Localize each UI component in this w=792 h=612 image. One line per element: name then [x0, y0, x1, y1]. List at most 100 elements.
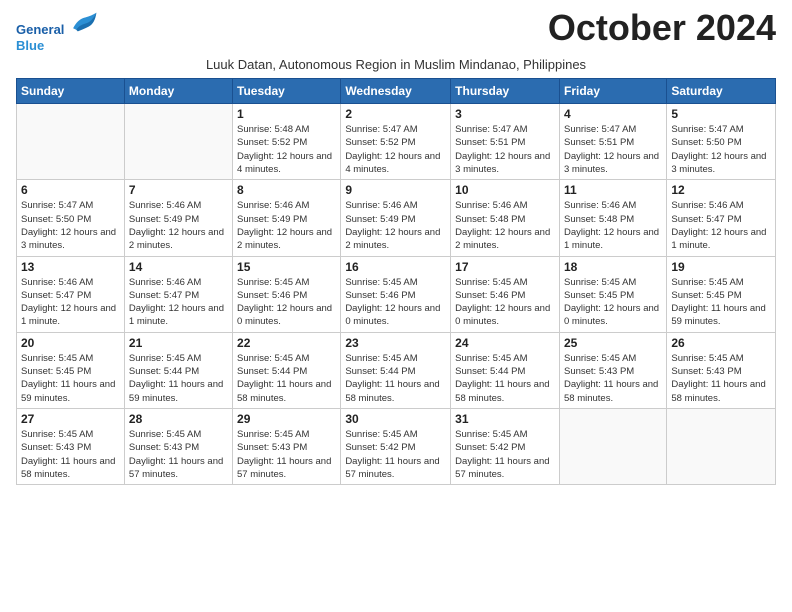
- day-info: Sunrise: 5:46 AM Sunset: 5:47 PM Dayligh…: [21, 276, 120, 329]
- day-number: 20: [21, 336, 120, 350]
- day-number: 5: [671, 107, 771, 121]
- day-info: Sunrise: 5:45 AM Sunset: 5:44 PM Dayligh…: [345, 352, 446, 405]
- day-number: 14: [129, 260, 228, 274]
- calendar-cell: 24Sunrise: 5:45 AM Sunset: 5:44 PM Dayli…: [451, 332, 560, 408]
- calendar-cell: 4 Sunrise: 5:47 AM Sunset: 5:51 PM Daylig…: [559, 104, 666, 180]
- day-number: 7: [129, 183, 228, 197]
- calendar-week-row: 1Sunrise: 5:48 AM Sunset: 5:52 PM Daylig…: [17, 104, 776, 180]
- calendar-cell: [559, 408, 666, 484]
- calendar-cell: 6Sunrise: 5:47 AM Sunset: 5:50 PM Daylig…: [17, 180, 125, 256]
- day-number: 25: [564, 336, 662, 350]
- day-info: Sunrise: 5:46 AM Sunset: 5:47 PM Dayligh…: [671, 199, 771, 252]
- calendar-cell: 22Sunrise: 5:45 AM Sunset: 5:44 PM Dayli…: [233, 332, 341, 408]
- page: General Blue October 2024 Luuk Datan, Au…: [0, 0, 792, 495]
- day-info: Sunrise: 5:45 AM Sunset: 5:43 PM Dayligh…: [237, 428, 336, 481]
- col-header-tuesday: Tuesday: [233, 79, 341, 104]
- month-title: October 2024: [548, 10, 776, 46]
- day-number: 2: [345, 107, 446, 121]
- day-number: 12: [671, 183, 771, 197]
- day-info: Sunrise: 5:46 AM Sunset: 5:48 PM Dayligh…: [455, 199, 555, 252]
- day-number: 9: [345, 183, 446, 197]
- day-info: Sunrise: 5:45 AM Sunset: 5:46 PM Dayligh…: [345, 276, 446, 329]
- calendar-cell: 11Sunrise: 5:46 AM Sunset: 5:48 PM Dayli…: [559, 180, 666, 256]
- day-number: 19: [671, 260, 771, 274]
- logo-bird-icon: [70, 10, 98, 34]
- logo-text: General: [16, 10, 98, 38]
- calendar-week-row: 6Sunrise: 5:47 AM Sunset: 5:50 PM Daylig…: [17, 180, 776, 256]
- col-header-wednesday: Wednesday: [341, 79, 451, 104]
- calendar-cell: 12 Sunrise: 5:46 AM Sunset: 5:47 PM Dayli…: [667, 180, 776, 256]
- day-info: Sunrise: 5:45 AM Sunset: 5:44 PM Dayligh…: [129, 352, 228, 405]
- day-info: Sunrise: 5:45 AM Sunset: 5:45 PM Dayligh…: [21, 352, 120, 405]
- calendar-cell: 27 Sunrise: 5:45 AM Sunset: 5:43 PM Dayli…: [17, 408, 125, 484]
- day-info: Sunrise: 5:45 AM Sunset: 5:46 PM Dayligh…: [455, 276, 555, 329]
- day-number: 27: [21, 412, 120, 426]
- calendar-cell: 8 Sunrise: 5:46 AM Sunset: 5:49 PM Daylig…: [233, 180, 341, 256]
- day-info: Sunrise: 5:45 AM Sunset: 5:42 PM Dayligh…: [455, 428, 555, 481]
- logo: General Blue: [16, 10, 98, 53]
- day-number: 15: [237, 260, 336, 274]
- calendar-header-row: SundayMondayTuesdayWednesdayThursdayFrid…: [17, 79, 776, 104]
- day-number: 4: [564, 107, 662, 121]
- day-info: Sunrise: 5:45 AM Sunset: 5:42 PM Dayligh…: [345, 428, 446, 481]
- logo-blue: Blue: [16, 38, 98, 54]
- day-info: Sunrise: 5:46 AM Sunset: 5:49 PM Dayligh…: [129, 199, 228, 252]
- day-info: Sunrise: 5:47 AM Sunset: 5:50 PM Dayligh…: [671, 123, 771, 176]
- day-number: 3: [455, 107, 555, 121]
- calendar-cell: [17, 104, 125, 180]
- day-number: 21: [129, 336, 228, 350]
- day-info: Sunrise: 5:46 AM Sunset: 5:49 PM Dayligh…: [237, 199, 336, 252]
- day-number: 13: [21, 260, 120, 274]
- day-info: Sunrise: 5:45 AM Sunset: 5:43 PM Dayligh…: [129, 428, 228, 481]
- col-header-saturday: Saturday: [667, 79, 776, 104]
- col-header-sunday: Sunday: [17, 79, 125, 104]
- calendar-cell: 26 Sunrise: 5:45 AM Sunset: 5:43 PM Dayli…: [667, 332, 776, 408]
- calendar-cell: 19Sunrise: 5:45 AM Sunset: 5:45 PM Dayli…: [667, 256, 776, 332]
- day-number: 18: [564, 260, 662, 274]
- day-number: 17: [455, 260, 555, 274]
- calendar-cell: 21 Sunrise: 5:45 AM Sunset: 5:44 PM Dayli…: [124, 332, 232, 408]
- day-info: Sunrise: 5:46 AM Sunset: 5:47 PM Dayligh…: [129, 276, 228, 329]
- day-number: 10: [455, 183, 555, 197]
- day-number: 16: [345, 260, 446, 274]
- calendar-cell: 14 Sunrise: 5:46 AM Sunset: 5:47 PM Dayli…: [124, 256, 232, 332]
- calendar-cell: [124, 104, 232, 180]
- calendar-cell: 18 Sunrise: 5:45 AM Sunset: 5:45 PM Dayli…: [559, 256, 666, 332]
- day-info: Sunrise: 5:47 AM Sunset: 5:52 PM Dayligh…: [345, 123, 446, 176]
- day-number: 1: [237, 107, 336, 121]
- calendar-cell: 31 Sunrise: 5:45 AM Sunset: 5:42 PM Dayli…: [451, 408, 560, 484]
- calendar-week-row: 13 Sunrise: 5:46 AM Sunset: 5:47 PM Dayli…: [17, 256, 776, 332]
- logo-general: General: [16, 22, 64, 37]
- day-info: Sunrise: 5:45 AM Sunset: 5:43 PM Dayligh…: [21, 428, 120, 481]
- calendar-cell: 15 Sunrise: 5:45 AM Sunset: 5:46 PM Dayli…: [233, 256, 341, 332]
- day-info: Sunrise: 5:45 AM Sunset: 5:45 PM Dayligh…: [564, 276, 662, 329]
- calendar-cell: 3Sunrise: 5:47 AM Sunset: 5:51 PM Daylig…: [451, 104, 560, 180]
- day-number: 26: [671, 336, 771, 350]
- calendar-cell: 1Sunrise: 5:48 AM Sunset: 5:52 PM Daylig…: [233, 104, 341, 180]
- calendar-cell: 23Sunrise: 5:45 AM Sunset: 5:44 PM Dayli…: [341, 332, 451, 408]
- calendar-cell: 20 Sunrise: 5:45 AM Sunset: 5:45 PM Dayli…: [17, 332, 125, 408]
- calendar-week-row: 20 Sunrise: 5:45 AM Sunset: 5:45 PM Dayli…: [17, 332, 776, 408]
- calendar-cell: 10 Sunrise: 5:46 AM Sunset: 5:48 PM Dayli…: [451, 180, 560, 256]
- calendar-cell: 16 Sunrise: 5:45 AM Sunset: 5:46 PM Dayli…: [341, 256, 451, 332]
- calendar-table: SundayMondayTuesdayWednesdayThursdayFrid…: [16, 78, 776, 485]
- day-number: 24: [455, 336, 555, 350]
- calendar-cell: 9 Sunrise: 5:46 AM Sunset: 5:49 PM Daylig…: [341, 180, 451, 256]
- calendar-cell: 5 Sunrise: 5:47 AM Sunset: 5:50 PM Daylig…: [667, 104, 776, 180]
- day-info: Sunrise: 5:45 AM Sunset: 5:43 PM Dayligh…: [671, 352, 771, 405]
- day-info: Sunrise: 5:47 AM Sunset: 5:51 PM Dayligh…: [564, 123, 662, 176]
- calendar-cell: 13 Sunrise: 5:46 AM Sunset: 5:47 PM Dayli…: [17, 256, 125, 332]
- calendar-cell: [667, 408, 776, 484]
- calendar-cell: 2 Sunrise: 5:47 AM Sunset: 5:52 PM Daylig…: [341, 104, 451, 180]
- calendar-cell: 29Sunrise: 5:45 AM Sunset: 5:43 PM Dayli…: [233, 408, 341, 484]
- col-header-friday: Friday: [559, 79, 666, 104]
- day-number: 8: [237, 183, 336, 197]
- day-info: Sunrise: 5:46 AM Sunset: 5:49 PM Dayligh…: [345, 199, 446, 252]
- day-number: 11: [564, 183, 662, 197]
- calendar-cell: 30Sunrise: 5:45 AM Sunset: 5:42 PM Dayli…: [341, 408, 451, 484]
- calendar-cell: 28Sunrise: 5:45 AM Sunset: 5:43 PM Dayli…: [124, 408, 232, 484]
- day-info: Sunrise: 5:45 AM Sunset: 5:46 PM Dayligh…: [237, 276, 336, 329]
- subtitle: Luuk Datan, Autonomous Region in Muslim …: [16, 57, 776, 72]
- day-number: 31: [455, 412, 555, 426]
- calendar-cell: 17 Sunrise: 5:45 AM Sunset: 5:46 PM Dayli…: [451, 256, 560, 332]
